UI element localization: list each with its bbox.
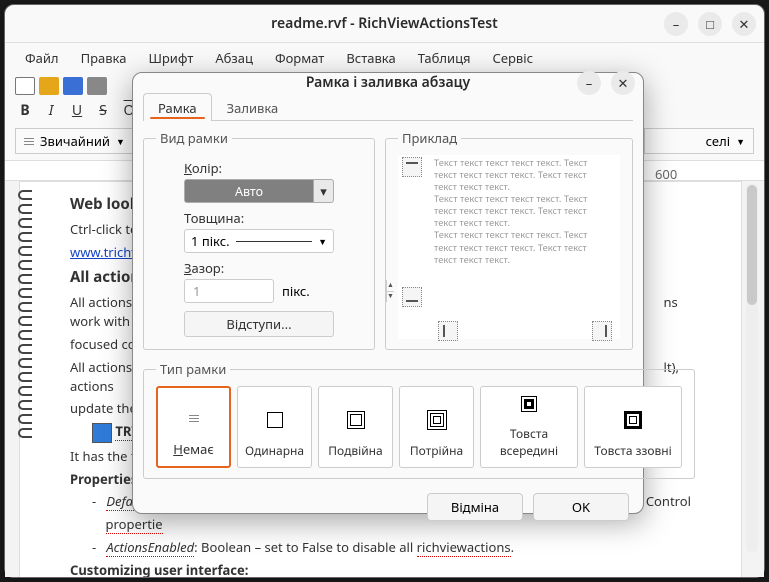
- dialog-title: Рамка і заливка абзацу: [306, 73, 470, 92]
- maximize-button[interactable]: □: [698, 12, 722, 36]
- menu-file[interactable]: Файл: [15, 46, 69, 70]
- border-bottom-toggle[interactable]: [402, 287, 422, 307]
- right-combo-value: селі: [706, 132, 730, 150]
- open-icon[interactable]: [39, 77, 59, 95]
- minimize-button[interactable]: –: [664, 12, 688, 36]
- thick-outside-icon: [629, 416, 637, 424]
- text: Ctrl-click to: [70, 220, 138, 238]
- border-style-group: Вид рамки Колір: Авто ▾ Товщина: 1 пікс.…: [143, 129, 375, 350]
- no-border-icon: [189, 413, 199, 424]
- dialog-tabs: Рамка Заливка: [143, 92, 633, 121]
- main-titlebar: readme.rvf - RichViewActionsTest – □ ✕: [5, 5, 764, 43]
- main-title: readme.rvf - RichViewActionsTest: [5, 14, 764, 33]
- border-right-toggle[interactable]: [592, 321, 612, 341]
- border-type-group: Тип рамки Немає Одинарна Подвійна Потрій…: [143, 360, 695, 479]
- text: Control: [646, 492, 691, 510]
- paragraph-style-combo[interactable]: Звичайний ▼: [15, 128, 134, 154]
- border-fill-dialog: Рамка і заливка абзацу – ✕ Рамка Заливка…: [132, 72, 644, 514]
- preview-area: Текст текст текст текст текст. Текст тек…: [398, 155, 620, 339]
- heading-properties: Properties: [70, 470, 137, 488]
- triple-border-icon: [433, 416, 441, 424]
- type-single[interactable]: Одинарна: [237, 386, 312, 468]
- gap-spinner[interactable]: ▲▼: [184, 279, 274, 303]
- scrollbar-thumb[interactable]: [747, 185, 757, 305]
- width-label: Товщина:: [184, 209, 362, 227]
- double-border-icon: [350, 414, 362, 426]
- menu-format[interactable]: Формат: [265, 46, 334, 70]
- border-type-legend: Тип рамки: [156, 360, 230, 378]
- type-none[interactable]: Немає: [156, 386, 231, 468]
- border-top-toggle[interactable]: [402, 157, 422, 177]
- text: .: [511, 538, 514, 556]
- strike-button[interactable]: S: [95, 101, 111, 120]
- gap-label: Зазор:: [184, 259, 362, 277]
- preview-legend: Приклад: [398, 129, 461, 147]
- chevron-down-icon: ▼: [736, 135, 745, 148]
- preview-group: Приклад Текст текст текст текст текст. Т…: [385, 129, 633, 350]
- chevron-down-icon: ▼: [116, 135, 125, 148]
- thick-inside-icon: [524, 399, 534, 409]
- text: richviewactions: [417, 538, 511, 557]
- menu-font[interactable]: Шрифт: [138, 46, 203, 70]
- component-icon: [92, 423, 112, 443]
- color-combo[interactable]: Авто ▾: [184, 179, 334, 203]
- type-thick-inside[interactable]: Товста всередині: [480, 386, 578, 468]
- border-left-toggle[interactable]: [438, 321, 458, 341]
- ok-button[interactable]: OK: [533, 493, 629, 521]
- dialog-close-button[interactable]: ✕: [611, 71, 635, 95]
- close-button[interactable]: ✕: [732, 12, 756, 36]
- color-value: Авто: [185, 183, 313, 200]
- width-combo[interactable]: 1 пікс. ▼: [184, 229, 334, 253]
- cancel-button[interactable]: Відміна: [427, 493, 523, 521]
- type-thick-outside[interactable]: Товста ззовні: [584, 386, 682, 468]
- new-icon[interactable]: [15, 77, 35, 95]
- menu-service[interactable]: Сервіс: [483, 46, 543, 70]
- color-label: Колір:: [184, 159, 362, 177]
- dialog-titlebar: Рамка і заливка абзацу – ✕: [133, 73, 643, 92]
- window-controls: – □ ✕: [664, 12, 756, 36]
- right-combo[interactable]: селі ▼: [644, 128, 754, 154]
- paragraph-style-value: Звичайний: [40, 132, 110, 150]
- text: ActionsEnabled: [106, 538, 194, 557]
- bold-button[interactable]: B: [17, 101, 33, 120]
- tab-fill[interactable]: Заливка: [212, 93, 294, 121]
- menu-para[interactable]: Абзац: [205, 46, 263, 70]
- save-icon[interactable]: [63, 77, 83, 95]
- dialog-footer: Відміна OK: [133, 485, 643, 531]
- units-label: пікс.: [282, 282, 310, 300]
- vertical-scrollbar[interactable]: [746, 183, 758, 553]
- menu-table[interactable]: Таблиця: [408, 46, 481, 70]
- paragraph-icon: [24, 136, 34, 147]
- preview-text: Текст текст текст текст текст. Текст тек…: [426, 155, 620, 339]
- line-preview: [236, 241, 312, 242]
- italic-button[interactable]: I: [43, 101, 59, 120]
- chevron-down-icon: ▾: [313, 180, 333, 202]
- menubar: Файл Правка Шрифт Абзац Формат Вставка Т…: [5, 43, 764, 73]
- underline-button[interactable]: U: [69, 101, 85, 120]
- menu-insert[interactable]: Вставка: [336, 46, 405, 70]
- width-value: 1 пікс.: [191, 232, 230, 250]
- border-style-legend: Вид рамки: [156, 129, 232, 147]
- type-triple[interactable]: Потрійна: [399, 386, 474, 468]
- tab-border[interactable]: Рамка: [143, 93, 212, 121]
- heading-custom: Customizing user interface:: [70, 561, 248, 577]
- spiral-binding: [18, 186, 40, 442]
- single-border-icon: [267, 412, 283, 428]
- indents-button[interactable]: Відступи...: [184, 311, 334, 337]
- text: : Boolean – set to False to disable all: [194, 538, 416, 556]
- menu-edit[interactable]: Правка: [71, 46, 137, 70]
- dialog-minimize-button[interactable]: –: [577, 71, 601, 95]
- chevron-down-icon: ▼: [318, 235, 327, 248]
- type-double[interactable]: Подвійна: [318, 386, 393, 468]
- print-icon[interactable]: [87, 77, 107, 95]
